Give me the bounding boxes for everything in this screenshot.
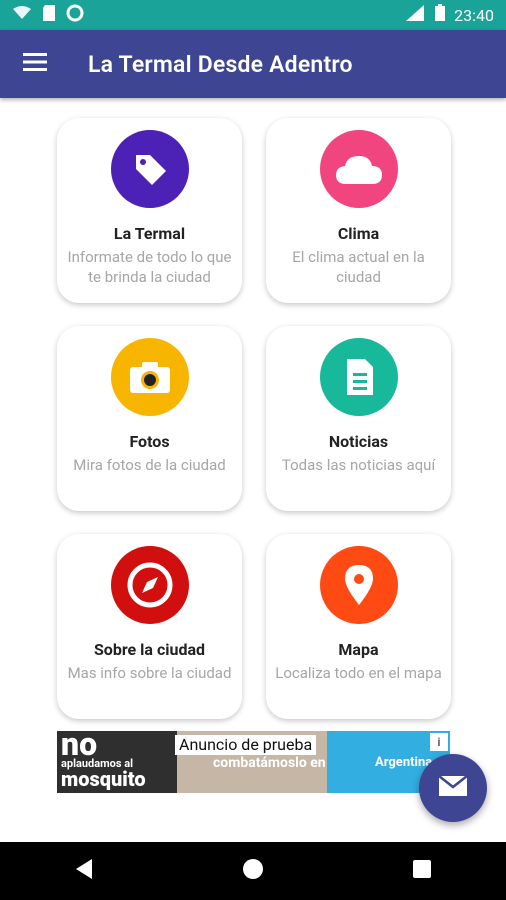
- card-mapa[interactable]: Mapa Localiza todo en el mapa: [266, 534, 451, 719]
- page-title: La Termal Desde Adentro: [88, 50, 353, 78]
- card-clima[interactable]: Clima El clima actual en la ciudad: [266, 118, 451, 303]
- lte-signal-icon: [404, 4, 426, 26]
- mail-fab-button[interactable]: [419, 754, 487, 822]
- ad-brand-text: Argentina: [375, 755, 433, 770]
- nav-back-button[interactable]: [64, 851, 104, 891]
- sim-icon: [42, 4, 56, 26]
- ad-label: Anuncio de prueba: [175, 735, 317, 755]
- compass-icon: [110, 546, 189, 624]
- map-pin-icon: [319, 546, 398, 624]
- sync-icon: [66, 4, 84, 26]
- document-icon: [319, 338, 398, 416]
- card-sobre-la-ciudad[interactable]: Sobre la ciudad Mas info sobre la ciudad: [57, 534, 242, 719]
- card-description: Localiza todo en el mapa: [275, 664, 442, 682]
- hamburger-menu-icon: [23, 53, 47, 75]
- card-title: Mapa: [338, 640, 379, 659]
- card-description: Mira fotos de la ciudad: [73, 456, 226, 474]
- card-noticias[interactable]: Noticias Todas las noticias aquí: [266, 326, 451, 511]
- ad-banner[interactable]: no aplaudamos al mosquito combatámoslo e…: [57, 731, 450, 793]
- card-description: Todas las noticias aquí: [281, 456, 436, 474]
- card-description: El clima actual en la ciudad: [292, 248, 425, 286]
- card-title: Fotos: [129, 432, 170, 451]
- battery-icon: [434, 4, 446, 26]
- card-description: Informate de todo lo que te brinda la ci…: [67, 248, 232, 286]
- ad-bottom-text: mosquito: [61, 767, 146, 791]
- card-fotos[interactable]: Fotos Mira fotos de la ciudad: [57, 326, 242, 511]
- ad-info-icon[interactable]: i: [430, 733, 448, 751]
- tag-icon: [110, 130, 189, 208]
- home-icon: [242, 858, 264, 884]
- ad-image-left: no aplaudamos al mosquito: [57, 731, 177, 793]
- clock: 23:40: [454, 5, 494, 25]
- menu-button[interactable]: [0, 30, 70, 98]
- cloud-icon: [319, 130, 398, 208]
- nav-home-button[interactable]: [233, 851, 273, 891]
- mail-icon: [438, 775, 468, 801]
- back-icon: [74, 858, 94, 884]
- card-title: Noticias: [328, 432, 389, 451]
- nav-recents-button[interactable]: [402, 851, 442, 891]
- system-nav-bar: [0, 842, 506, 900]
- card-title: La Termal: [113, 224, 186, 243]
- wifi-icon: [12, 5, 32, 25]
- card-title: Clima: [337, 224, 380, 243]
- card-title: Sobre la ciudad: [93, 640, 206, 659]
- camera-icon: [110, 338, 189, 416]
- status-bar: 23:40: [0, 0, 506, 30]
- recents-icon: [412, 859, 432, 883]
- card-la-termal[interactable]: La Termal Informate de todo lo que te br…: [57, 118, 242, 303]
- app-bar: La Termal Desde Adentro: [0, 30, 506, 98]
- card-description: Mas info sobre la ciudad: [67, 664, 232, 682]
